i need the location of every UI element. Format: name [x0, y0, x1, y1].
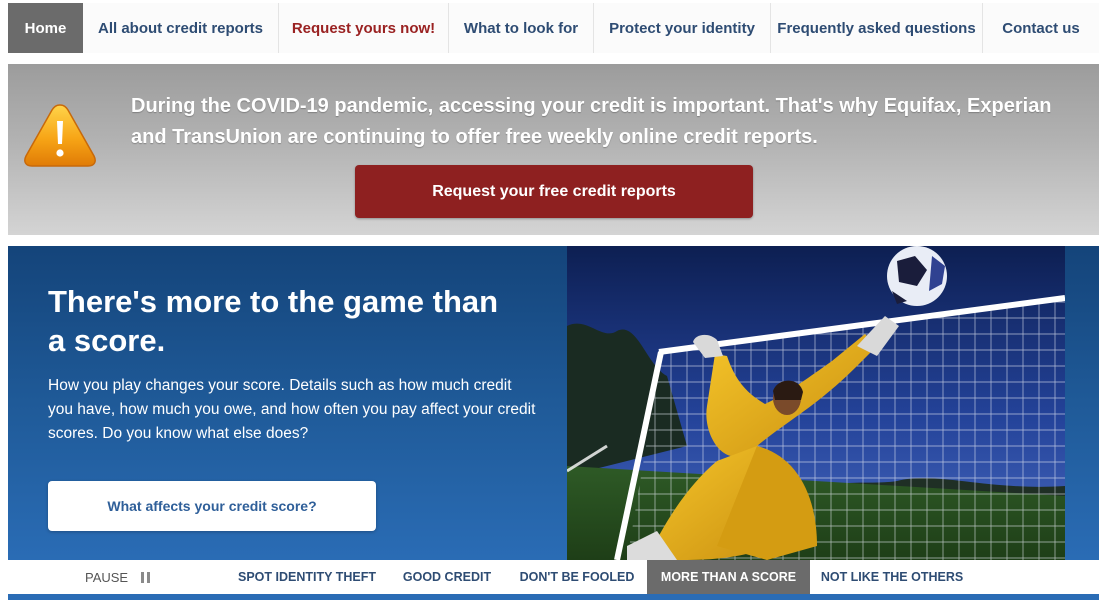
nav-what-to-look-for[interactable]: What to look for [449, 3, 594, 53]
slide-bar-bottom-edge [8, 594, 1099, 600]
what-affects-credit-score-button[interactable]: What affects your credit score? [48, 481, 376, 531]
nav-contact-us[interactable]: Contact us [983, 3, 1099, 53]
slide-tab-not-like-the-others[interactable]: NOT LIKE THE OTHERS [816, 560, 968, 594]
nav-frequently-asked-questions[interactable]: Frequently asked questions [771, 3, 983, 53]
nav-home[interactable]: Home [8, 3, 83, 53]
nav-all-about-credit-reports[interactable]: All about credit reports [83, 3, 279, 53]
alert-message: During the COVID-19 pandemic, accessing … [131, 95, 1052, 148]
slide-tab-spot-identity-theft[interactable]: SPOT IDENTITY THEFT [232, 560, 382, 594]
hero-body: How you play changes your score. Details… [48, 377, 536, 442]
nav-protect-your-identity[interactable]: Protect your identity [594, 3, 771, 53]
top-navigation: Home All about credit reports Request yo… [8, 3, 1099, 53]
request-free-credit-reports-button[interactable]: Request your free credit reports [355, 165, 753, 218]
pause-icon [141, 571, 151, 583]
warning-icon [24, 104, 96, 167]
nav-request-yours-now[interactable]: Request yours now! [279, 3, 449, 53]
pause-button[interactable]: PAUSE [85, 560, 151, 594]
covid-alert-banner: During the COVID-19 pandemic, accessing … [8, 64, 1099, 235]
slide-controls: PAUSE SPOT IDENTITY THEFT GOOD CREDIT DO… [8, 560, 1099, 594]
slide-tab-good-credit[interactable]: GOOD CREDIT [394, 560, 500, 594]
slide-tab-dont-be-fooled[interactable]: DON'T BE FOOLED [512, 560, 642, 594]
hero-carousel: There's more to the game than a score. H… [8, 246, 1099, 560]
pause-label: PAUSE [85, 569, 129, 585]
soccer-goalkeeper-photo [567, 246, 1065, 560]
hero-title: There's more to the game than a score. [48, 284, 499, 358]
slide-tab-more-than-a-score[interactable]: MORE THAN A SCORE [647, 560, 810, 594]
